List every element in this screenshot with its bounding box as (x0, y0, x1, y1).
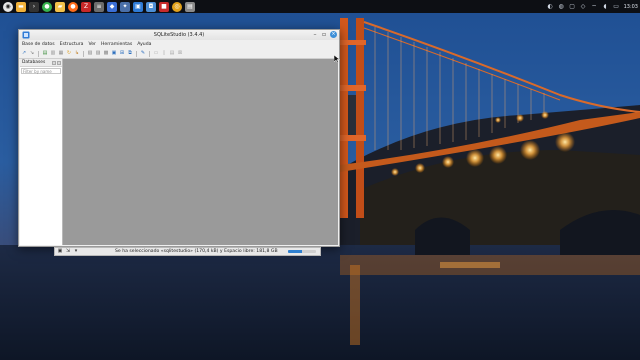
settings-icon[interactable]: ● (42, 2, 52, 12)
remove-db-icon[interactable]: ▦ (58, 51, 64, 57)
delete-table-icon[interactable]: ▩ (103, 51, 109, 57)
tray-app-icon[interactable]: ▢ (569, 3, 576, 10)
sql-editor-icon[interactable]: ▣ (111, 51, 117, 57)
add-db-icon[interactable]: ▤ (42, 51, 48, 57)
edit-db-icon[interactable]: ▥ (50, 51, 56, 57)
databases-panel-title: Databases (22, 59, 45, 66)
tools-icon[interactable]: ✎ (140, 51, 146, 57)
tray-app-icon[interactable]: ◇ (580, 3, 587, 10)
tile-windows-icon[interactable]: ⊞ (119, 51, 125, 57)
toolbar-separator (38, 51, 39, 57)
dock-close-button[interactable] (57, 61, 61, 65)
menu-database[interactable]: Base de datos (22, 40, 55, 49)
sqlitestudio-window: SQLiteStudio (3.4.4) – ▫ × Base de datos… (18, 29, 340, 247)
app-launcher: ◉ ▬ › ● ▰ ● Z ≡ ◆ ✦ ▣ ◘ ■ ◎ ▤ (3, 2, 195, 12)
refresh-icon[interactable]: ↻ (66, 51, 72, 57)
minimize-button[interactable]: – (311, 31, 319, 39)
database-tree[interactable] (20, 75, 62, 245)
sqlitestudio-icon[interactable]: ◘ (146, 2, 156, 12)
app-menu-icon[interactable]: ◉ (3, 2, 13, 12)
connect-db-icon[interactable]: ↗ (21, 51, 27, 57)
tray-app-icon[interactable]: ◐ (547, 3, 554, 10)
status-bar: ▣ ⇲ ▾ Se ha seleccionado «sqlitestudio» … (54, 247, 321, 256)
disconnect-db-icon[interactable]: ↘ (29, 51, 35, 57)
import-icon[interactable]: ↳ (74, 51, 80, 57)
toolbar-separator (149, 51, 150, 57)
tray-app-icon[interactable]: ◍ (558, 3, 565, 10)
top-panel: ◉ ▬ › ● ▰ ● Z ≡ ◆ ✦ ▣ ◘ ■ ◎ ▤ ◐ ◍ ▢ ◇ ⌔ … (0, 0, 640, 13)
window-title: SQLiteStudio (3.4.4) (19, 31, 339, 39)
status-dropdown-icon[interactable]: ▾ (73, 249, 79, 255)
tile-vertical-icon[interactable]: ▯ (161, 51, 167, 57)
status-progress-fill (288, 250, 302, 253)
mdi-workspace (63, 59, 338, 245)
databases-panel-header: Databases (20, 59, 62, 67)
toolbar-separator (136, 51, 137, 57)
tile-horizontal-icon[interactable]: ▭ (153, 51, 159, 57)
cascade-windows-icon[interactable]: ⧉ (127, 51, 133, 57)
close-all-icon[interactable]: ⊠ (177, 51, 183, 57)
folder-icon[interactable]: ▰ (55, 2, 65, 12)
app-icon[interactable]: ✦ (120, 2, 130, 12)
files-icon[interactable]: ▬ (16, 2, 26, 12)
menu-tools[interactable]: Herramientas (101, 40, 132, 49)
databases-panel: Databases Filter by name (20, 59, 63, 245)
firefox-icon[interactable]: ● (68, 2, 78, 12)
menu-structure[interactable]: Estructura (60, 40, 84, 49)
menu-view[interactable]: Ver (88, 40, 96, 49)
maximize-button[interactable]: ▫ (320, 31, 328, 39)
status-db-icon[interactable]: ▣ (57, 249, 63, 255)
system-tray: ◐ ◍ ▢ ◇ ⌔ ◖ ▭ 13:03 (547, 0, 638, 13)
status-filter-icon[interactable]: ⇲ (65, 249, 71, 255)
network-icon[interactable]: ⌔ (591, 3, 598, 10)
close-button[interactable]: × (330, 31, 337, 38)
menubar: Base de datos Estructura Ver Herramienta… (19, 40, 339, 49)
software-center-icon[interactable]: ◆ (107, 2, 117, 12)
status-message: Se ha seleccionado «sqlitestudio» (170,4… (115, 248, 278, 256)
toolbar: ↗ ↘ ▤ ▥ ▦ ↻ ↳ ▧ ▨ ▩ ▣ ⊞ ⧉ ✎ ▭ ▯ ▤ ⊠ (19, 49, 339, 59)
volume-icon[interactable]: ◖ (602, 3, 609, 10)
chrome-icon[interactable]: ◎ (172, 2, 182, 12)
status-progress-bar (288, 250, 316, 253)
terminal-icon[interactable]: › (29, 2, 39, 12)
mouse-cursor-icon (334, 55, 340, 63)
battery-icon[interactable]: ▭ (613, 3, 620, 10)
clock[interactable]: 13:03 (624, 4, 638, 10)
app-icon[interactable]: ▤ (185, 2, 195, 12)
app-icon[interactable]: ■ (159, 2, 169, 12)
menu-help[interactable]: Ayuda (137, 40, 151, 49)
text-editor-icon[interactable]: ≡ (94, 2, 104, 12)
app-icon[interactable]: ▣ (133, 2, 143, 12)
database-filter-input[interactable]: Filter by name (21, 68, 61, 74)
window-list-icon[interactable]: ▤ (169, 51, 175, 57)
create-table-icon[interactable]: ▧ (87, 51, 93, 57)
filezilla-icon[interactable]: Z (81, 2, 91, 12)
dock-float-button[interactable] (52, 61, 56, 65)
toolbar-separator (83, 51, 84, 57)
edit-table-icon[interactable]: ▨ (95, 51, 101, 57)
